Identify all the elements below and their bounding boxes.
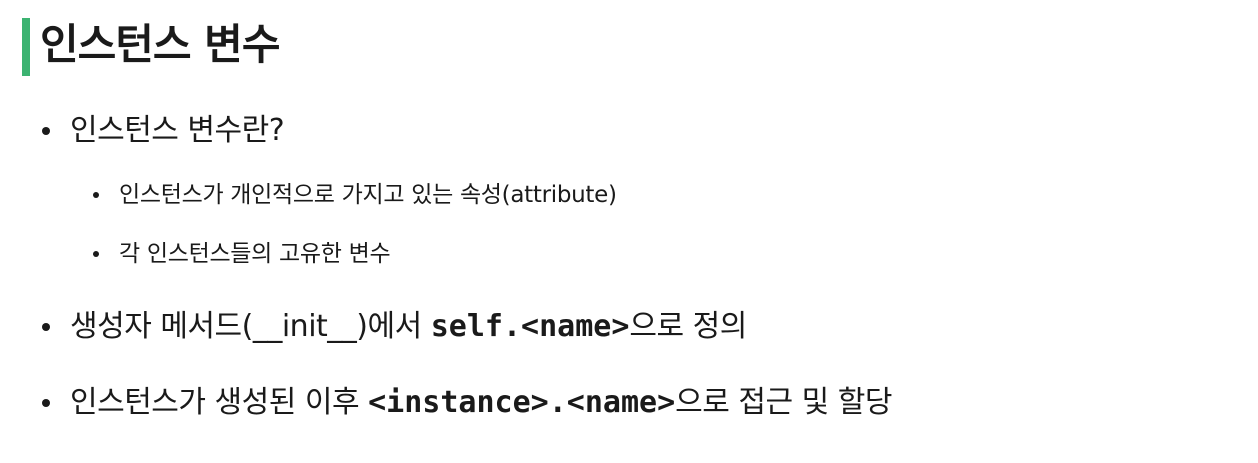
- bullet-dot-icon: [42, 323, 50, 331]
- bullet-dot-icon: [42, 399, 50, 407]
- bullet-defined-in-init: 생성자 메서드(__init__)에서 self.<name> 으로 정의: [42, 307, 747, 347]
- slide-title: 인스턴스 변수: [40, 20, 280, 69]
- bullet-text-prefix: 인스턴스가 생성된 이후: [70, 385, 369, 420]
- bullet-what-is-instance-variable: 인스턴스 변수란?: [42, 111, 285, 151]
- code-instance-name: <instance>.<name>: [368, 385, 676, 420]
- title-accent-bar: [22, 18, 30, 76]
- bullet-text-suffix: 으로 정의: [629, 309, 747, 344]
- bullet-text-suffix: 으로 접근 및 할당: [675, 385, 892, 420]
- bullet-text-prefix: 생성자 메서드(__init__)에서: [70, 309, 431, 344]
- sub-bullet-text: 인스턴스가 개인적으로 가지고 있는 속성(attribute): [119, 182, 617, 208]
- bullet-dot-icon: [93, 251, 99, 257]
- bullet-text: 인스턴스 변수란?: [70, 113, 285, 148]
- sub-bullet-unique-variable: 각 인스턴스들의 고유한 변수: [93, 238, 391, 270]
- bullet-dot-icon: [42, 127, 50, 135]
- bullet-access-and-assign: 인스턴스가 생성된 이후 <instance>.<name> 으로 접근 및 할…: [42, 383, 892, 423]
- sub-bullet-text: 각 인스턴스들의 고유한 변수: [119, 241, 391, 267]
- sub-bullet-attribute: 인스턴스가 개인적으로 가지고 있는 속성(attribute): [93, 179, 617, 211]
- code-self-name: self.<name>: [430, 309, 630, 344]
- bullet-dot-icon: [93, 192, 99, 198]
